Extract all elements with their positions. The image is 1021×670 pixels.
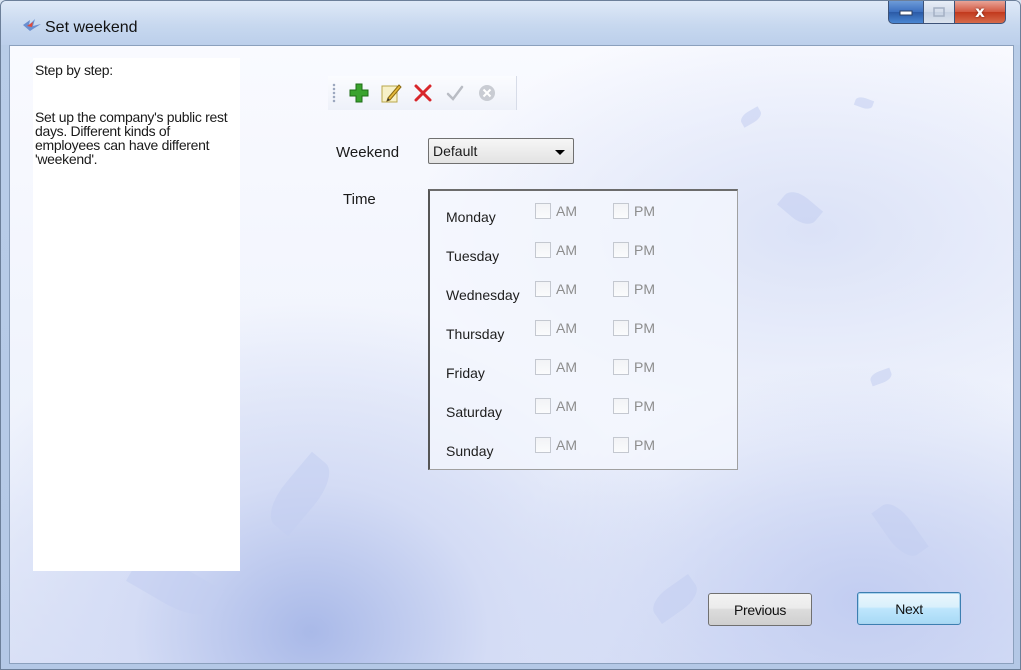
day-row-tuesday: Tuesday AM PM (430, 239, 730, 269)
day-name: Thursday (446, 326, 505, 342)
window-controls: x (888, 1, 1006, 25)
chevron-down-icon (555, 150, 565, 155)
day-row-thursday: Thursday AM PM (430, 317, 730, 347)
close-button[interactable]: x (955, 1, 1006, 24)
sunday-am-checkbox[interactable] (535, 437, 551, 453)
day-name: Friday (446, 365, 485, 381)
help-title: Step by step: (35, 62, 113, 78)
wednesday-am-checkbox[interactable] (535, 281, 551, 297)
maximize-icon (933, 7, 945, 17)
tuesday-am-checkbox[interactable] (535, 242, 551, 258)
am-label: AM (556, 437, 577, 453)
saturday-pm-checkbox[interactable] (613, 398, 629, 414)
am-label: AM (556, 398, 577, 414)
add-button[interactable] (346, 80, 372, 106)
saturday-am-checkbox[interactable] (535, 398, 551, 414)
day-name: Monday (446, 209, 496, 225)
edit-button[interactable] (378, 80, 404, 106)
edit-icon (381, 84, 402, 103)
pm-label: PM (634, 437, 655, 453)
day-row-saturday: Saturday AM PM (430, 395, 730, 425)
friday-pm-checkbox[interactable] (613, 359, 629, 375)
thursday-pm-checkbox[interactable] (613, 320, 629, 336)
minimize-button[interactable] (888, 1, 924, 24)
day-name: Wednesday (446, 287, 520, 303)
cancel-icon (479, 85, 495, 101)
weekend-select[interactable]: Default (428, 138, 574, 164)
am-label: AM (556, 281, 577, 297)
dialog-body: Step by step: Set up the company's publi… (9, 45, 1014, 664)
day-name: Sunday (446, 443, 494, 459)
day-name: Tuesday (446, 248, 500, 264)
tuesday-pm-checkbox[interactable] (613, 242, 629, 258)
background-petal (647, 574, 703, 624)
weekend-label: Weekend (336, 144, 400, 161)
day-row-sunday: Sunday AM PM (430, 434, 730, 464)
background-petal (738, 106, 764, 128)
wednesday-pm-checkbox[interactable] (613, 281, 629, 297)
day-name: Saturday (446, 404, 503, 420)
previous-button[interactable]: Previous (708, 593, 812, 626)
thursday-am-checkbox[interactable] (535, 320, 551, 336)
toolbar (328, 76, 517, 110)
delete-icon (414, 84, 432, 102)
time-label: Time (343, 191, 376, 208)
pm-label: PM (634, 320, 655, 336)
title-bar[interactable]: Set weekend x (1, 1, 1020, 45)
delete-button[interactable] (410, 80, 436, 106)
background-petal (868, 367, 894, 387)
pm-label: PM (634, 398, 655, 414)
am-label: AM (556, 359, 577, 375)
background-petal (853, 95, 875, 111)
next-button[interactable]: Next (857, 592, 961, 625)
time-panel: Monday AM PM Tuesday AM PM Wednesday AM … (428, 189, 738, 470)
background-petal (871, 497, 929, 563)
maximize-button[interactable] (924, 1, 955, 24)
monday-pm-checkbox[interactable] (613, 203, 629, 219)
am-label: AM (556, 242, 577, 258)
pm-label: PM (634, 359, 655, 375)
confirm-icon (446, 85, 464, 101)
am-label: AM (556, 203, 577, 219)
help-panel: Step by step: Set up the company's publi… (33, 58, 240, 571)
friday-am-checkbox[interactable] (535, 359, 551, 375)
day-row-friday: Friday AM PM (430, 356, 730, 386)
pm-label: PM (634, 203, 655, 219)
am-label: AM (556, 320, 577, 336)
app-icon (23, 19, 41, 31)
minimize-icon (899, 10, 913, 16)
day-row-wednesday: Wednesday AM PM (430, 278, 730, 308)
confirm-button[interactable] (442, 80, 468, 106)
toolbar-grip[interactable] (332, 83, 336, 103)
close-icon: x (975, 3, 985, 21)
pm-label: PM (634, 242, 655, 258)
help-text: Set up the company's public rest days. D… (35, 109, 228, 167)
monday-am-checkbox[interactable] (535, 203, 551, 219)
sunday-pm-checkbox[interactable] (613, 437, 629, 453)
pm-label: PM (634, 281, 655, 297)
day-row-monday: Monday AM PM (430, 200, 730, 230)
background-petal (776, 185, 824, 231)
background-petal (260, 451, 340, 537)
set-weekend-window: Set weekend x Step by step: Set up the c… (0, 0, 1021, 670)
add-icon (349, 83, 369, 103)
weekend-select-value: Default (433, 143, 478, 159)
window-title: Set weekend (45, 19, 138, 36)
cancel-button[interactable] (474, 80, 500, 106)
